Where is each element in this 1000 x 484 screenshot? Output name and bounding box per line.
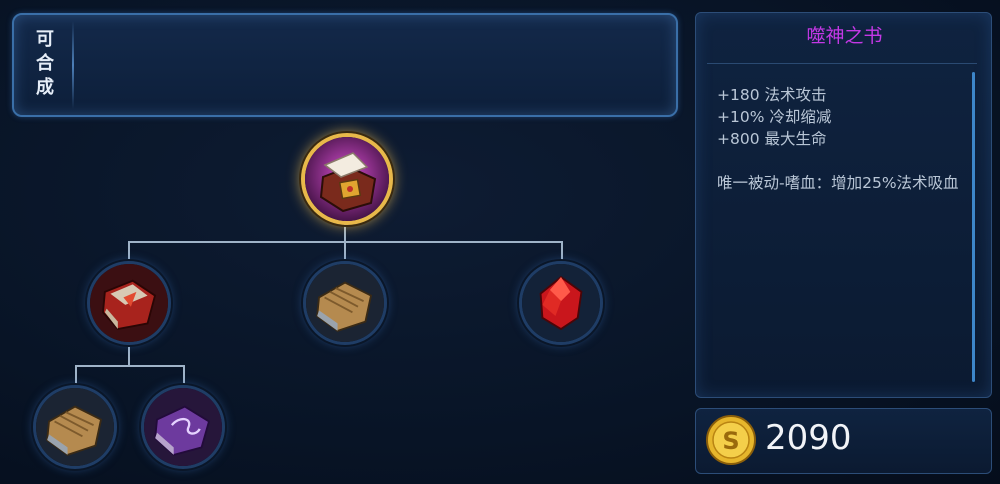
tree-connector: [344, 241, 346, 261]
item-name: 噬神之书: [806, 25, 883, 47]
purple-rune-book-icon: [144, 388, 222, 466]
tree-grandchild-item-2[interactable]: [141, 385, 225, 469]
tree-connector: [128, 241, 130, 261]
compose-divider: [72, 21, 74, 109]
compose-panel: 可合成: [12, 13, 678, 117]
tree-child-item-2[interactable]: [303, 261, 387, 345]
tree-connector: [561, 241, 563, 261]
item-passive: 唯一被动-嗜血：增加25%法术吸血: [717, 174, 959, 192]
tree-grandchild-item-1[interactable]: [33, 385, 117, 469]
stat-line: +800 最大生命: [717, 130, 827, 148]
tree-connector: [183, 365, 185, 385]
tree-connector: [75, 365, 77, 385]
item-info-panel: 噬神之书 +180 法术攻击 +10% 冷却缩减 +800 最大生命 唯一被动-…: [695, 12, 992, 398]
red-crystal-icon: [522, 264, 600, 342]
stat-line: +10% 冷却缩减: [717, 108, 832, 126]
item-stats: +180 法术攻击 +10% 冷却缩减 +800 最大生命: [717, 84, 831, 150]
recipe-tree: [0, 120, 690, 484]
gold-coin-icon: S: [706, 415, 756, 465]
tree-child-item-1[interactable]: [87, 261, 171, 345]
red-spell-book-icon: [90, 264, 168, 342]
tree-root-item[interactable]: [301, 133, 393, 225]
item-description: +180 法术攻击 +10% 冷却缩减 +800 最大生命 唯一被动-嗜血：增加…: [707, 63, 977, 396]
plain-wooden-book-icon: [36, 388, 114, 466]
tree-connector: [75, 365, 184, 367]
compose-label: 可合成: [33, 29, 54, 101]
book-of-god-devourer-icon: [305, 137, 389, 221]
stat-line: +180 法术攻击: [717, 86, 827, 104]
tree-connector: [128, 344, 130, 366]
plain-wooden-book-icon: [306, 264, 384, 342]
svg-text:S: S: [722, 427, 739, 455]
description-scrollbar[interactable]: [972, 72, 975, 382]
tree-child-item-3[interactable]: [519, 261, 603, 345]
item-price: 2090: [765, 418, 852, 458]
